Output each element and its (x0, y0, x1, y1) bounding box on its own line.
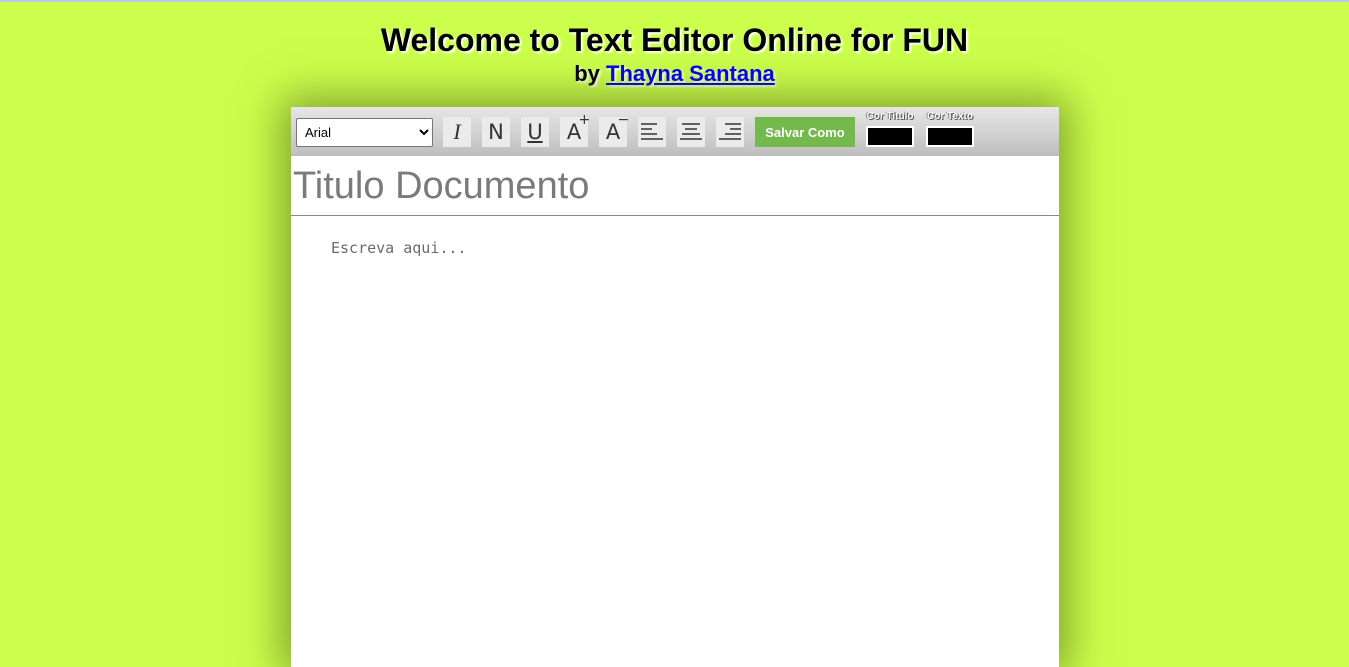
align-center-icon (680, 123, 702, 140)
align-right-button[interactable] (716, 117, 744, 147)
font-decrease-icon: A − (606, 112, 629, 144)
align-center-button[interactable] (677, 117, 705, 147)
title-color-label: Cor Titulo (866, 111, 914, 122)
plus-icon: + (578, 112, 591, 128)
normal-icon: N (488, 120, 504, 144)
document-title-input[interactable]: Titulo Documento (291, 156, 1059, 216)
increase-font-button[interactable]: A + (560, 112, 590, 147)
italic-icon: I (453, 119, 461, 144)
top-border (0, 0, 1349, 2)
byline-prefix: by (574, 61, 600, 86)
page-title: Welcome to Text Editor Online for FUN (380, 22, 969, 58)
align-right-icon (719, 123, 741, 140)
underline-button[interactable]: U (521, 117, 549, 147)
font-family-select[interactable]: Arial (296, 118, 433, 147)
text-color-label: Cor Texto (927, 111, 973, 122)
text-color-picker[interactable] (926, 126, 974, 147)
byline: by Thayna Santana (0, 60, 1349, 88)
decrease-font-button[interactable]: A − (599, 112, 629, 147)
author-link[interactable]: Thayna Santana (606, 61, 775, 86)
page-header: Welcome to Text Editor Online for FUN by… (0, 20, 1349, 88)
save-as-button[interactable]: Salvar Como (755, 117, 855, 147)
title-color-group: Cor Titulo (865, 111, 915, 147)
minus-icon: − (617, 112, 630, 128)
title-color-picker[interactable] (866, 126, 914, 147)
underline-icon: U (527, 120, 543, 144)
italic-button[interactable]: I (443, 117, 471, 147)
document-body-textarea[interactable]: Escreva aqui... (331, 239, 466, 257)
align-left-icon (641, 123, 663, 140)
text-color-group: Cor Texto (925, 111, 975, 147)
normal-text-button[interactable]: N (482, 117, 510, 147)
font-increase-icon: A + (567, 112, 590, 144)
editor-toolbar: Arial I N U A + A − Salvar Como Cor Titu… (291, 107, 1059, 156)
editor-panel: Arial I N U A + A − Salvar Como Cor Titu… (291, 107, 1059, 667)
align-left-button[interactable] (638, 117, 666, 147)
